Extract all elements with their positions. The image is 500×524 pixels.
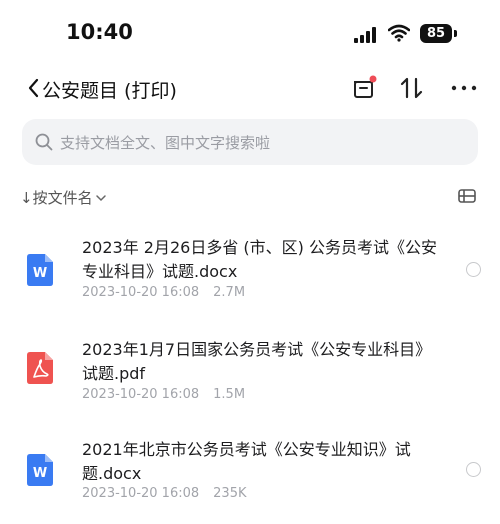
file-item[interactable]: W 2023年 2月26日多省 (市、区) 公务员考试《公安专业科目》试题.do… (0, 232, 500, 322)
sort-icon[interactable] (398, 74, 426, 102)
recycle-bin-icon[interactable] (350, 74, 378, 102)
wifi-icon (388, 24, 410, 42)
word-file-icon: W (27, 254, 53, 286)
file-name: 2023年 2月26日多省 (市、区) 公务员考试《公安专业科目》试题.docx (82, 238, 438, 281)
sort-by-name-button[interactable]: ↓按文件名 (20, 187, 107, 208)
file-size: 1.5M (213, 387, 246, 402)
file-item[interactable]: 2023年1月7日国家公务员考试《公安专业科目》试题.pdf 2023-10-2… (0, 334, 500, 424)
status-time: 10:40 (66, 20, 133, 44)
file-name: 2021年北京市公务员考试《公安专业知识》试题.docx (82, 440, 411, 483)
word-icon-letter: W (33, 466, 47, 481)
file-size: 235K (213, 486, 247, 501)
chevron-down-icon (95, 194, 106, 201)
search-icon (35, 133, 53, 151)
file-date: 2023-10-20 16:08 (82, 387, 200, 402)
sort-bar: ↓按文件名 (0, 184, 500, 210)
back-icon[interactable] (26, 77, 40, 99)
sort-label: ↓按文件名 (20, 189, 93, 207)
pdf-file-icon (27, 352, 53, 384)
battery-indicator: 85 (420, 24, 452, 43)
file-meta: 2023-10-20 16:08 1.5M (82, 387, 245, 402)
more-icon[interactable] (450, 74, 478, 102)
file-date: 2023-10-20 16:08 (82, 486, 200, 501)
search-input[interactable]: 支持文档全文、图中文字搜索啦 (22, 119, 478, 165)
page-title: 公安题目 (打印) (42, 80, 177, 102)
file-name: 2023年1月7日国家公务员考试《公安专业科目》试题.pdf (82, 340, 432, 383)
file-date: 2023-10-20 16:08 (82, 285, 200, 300)
battery-cap (454, 30, 457, 37)
word-icon-letter: W (33, 266, 47, 281)
list-view-icon[interactable] (458, 189, 476, 203)
file-meta: 2023-10-20 16:08 2.7M (82, 285, 245, 300)
file-size: 2.7M (213, 285, 246, 300)
word-file-icon: W (27, 454, 53, 486)
file-item[interactable]: W 2021年北京市公务员考试《公安专业知识》试题.docx 2023-10-2… (0, 434, 500, 524)
status-bar: 10:40 85 (0, 0, 500, 68)
select-radio[interactable] (466, 462, 481, 477)
search-placeholder: 支持文档全文、图中文字搜索啦 (60, 134, 271, 152)
nav-bar: 公安题目 (打印) (0, 68, 500, 112)
select-radio[interactable] (466, 262, 481, 277)
file-meta: 2023-10-20 16:08 235K (82, 486, 247, 501)
signal-icon (354, 27, 380, 43)
